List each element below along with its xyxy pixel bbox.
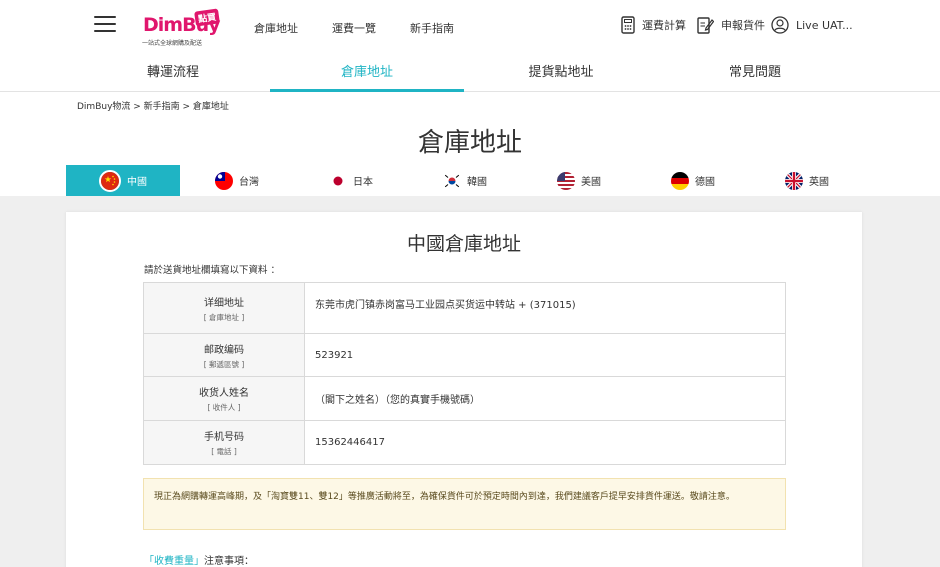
nav-shipping-rates[interactable]: 運費一覽 xyxy=(332,20,376,36)
label-main: 手机号码 xyxy=(204,432,244,443)
label-main: 收货人姓名 xyxy=(199,388,249,399)
germany-flag-icon xyxy=(671,171,689,190)
label-main: 详细地址 xyxy=(204,297,244,309)
label-sub: [ 收件人 ] xyxy=(207,403,241,412)
calculator-icon xyxy=(621,16,635,34)
declare-goods-label: 申報貨件 xyxy=(721,19,765,32)
country-tabs: 中國 台灣 日本 韓國 美國 德國 英國 xyxy=(66,165,862,196)
peak-season-notice: 現正為網購轉運高峰期，及「淘寶雙11、雙12」等推廣活動將至，為確保貨件可於預定… xyxy=(143,478,786,530)
usa-flag-icon xyxy=(557,171,575,190)
breadcrumb[interactable]: DimBuy物流 > 新手指南 > 倉庫地址 xyxy=(77,99,229,112)
address-table: 详细地址 [ 倉庫地址 ] 东莞市虎门镇赤岗富马工业园点买货运中转站 + (37… xyxy=(143,282,786,465)
country-label: 中國 xyxy=(127,177,147,188)
nav-warehouse-address[interactable]: 倉庫地址 xyxy=(254,20,298,36)
tab-warehouse-address[interactable]: 倉庫地址 xyxy=(270,56,464,92)
shipping-calc-label: 運費計算 xyxy=(642,19,686,32)
country-tab-china[interactable]: 中國 xyxy=(66,165,180,196)
label-main: 邮政编码 xyxy=(204,344,244,356)
card-intro: 請於送貨地址欄填寫以下資料 ： xyxy=(144,265,281,276)
country-label: 台灣 xyxy=(239,177,259,188)
top-header: DimBuy 點買 一站式全球網購及配送 倉庫地址 運費一覽 新手指南 運費計算 xyxy=(0,0,940,56)
fee-weight-heading: 「收費重量」注意事項： xyxy=(144,552,254,567)
tab-faq[interactable]: 常見問題 xyxy=(658,56,852,92)
page-title: 倉庫地址 xyxy=(417,128,522,158)
recipient-value[interactable]: （閣下之姓名）（您的真實手機號碼） xyxy=(305,377,785,420)
row-label: 详细地址 [ 倉庫地址 ] xyxy=(144,283,305,333)
row-label: 手机号码 [ 電話 ] xyxy=(144,421,305,464)
country-tab-japan[interactable]: 日本 xyxy=(294,165,408,196)
label-sub: [ 電話 ] xyxy=(211,447,237,456)
table-row: 邮政编码 [ 郵遞區號 ] 523921 xyxy=(144,334,785,377)
postal-code-value[interactable]: 523921 xyxy=(305,334,785,376)
tab-pickup-address[interactable]: 提貨點地址 xyxy=(464,56,658,92)
sub-nav: 轉運流程 倉庫地址 提貨點地址 常見問題 xyxy=(0,56,940,92)
shipping-calc-link[interactable]: 運費計算 xyxy=(621,16,686,34)
table-row: 手机号码 [ 電話 ] 15362446417 xyxy=(144,421,785,464)
edit-document-icon xyxy=(697,17,714,34)
phone-value[interactable]: 15362446417 xyxy=(305,421,785,464)
user-name: Live UAT... xyxy=(796,18,853,32)
row-label: 邮政编码 [ 郵遞區號 ] xyxy=(144,334,305,376)
japan-flag-icon xyxy=(329,171,347,190)
address-value[interactable]: 东莞市虎门镇赤岗富马工业园点买货运中转站 + (371015) xyxy=(305,283,785,333)
country-label: 日本 xyxy=(353,177,373,188)
fee-heading-highlight: 「收費重量」 xyxy=(144,556,204,567)
country-label: 英國 xyxy=(809,177,829,188)
declare-goods-link[interactable]: 申報貨件 xyxy=(697,16,765,34)
country-tab-uk[interactable]: 英國 xyxy=(750,165,864,196)
fee-heading-rest: 注意事項： xyxy=(204,556,254,567)
card-title: 中國倉庫地址 xyxy=(406,233,521,255)
country-label: 德國 xyxy=(695,177,715,188)
taiwan-flag-icon xyxy=(215,171,233,190)
menu-icon[interactable] xyxy=(94,16,116,34)
table-row: 收货人姓名 [ 收件人 ] （閣下之姓名）（您的真實手機號碼） xyxy=(144,377,785,421)
uk-flag-icon xyxy=(785,171,803,190)
country-tab-korea[interactable]: 韓國 xyxy=(408,165,522,196)
warehouse-address-card: 中國倉庫地址 請於送貨地址欄填寫以下資料 ： 详细地址 [ 倉庫地址 ] 东莞市… xyxy=(66,212,862,567)
country-label: 美國 xyxy=(581,177,601,188)
label-sub: [ 倉庫地址 ] xyxy=(203,312,245,322)
country-tab-taiwan[interactable]: 台灣 xyxy=(180,165,294,196)
country-tab-germany[interactable]: 德國 xyxy=(636,165,750,196)
country-label: 韓國 xyxy=(467,177,487,188)
country-tab-usa[interactable]: 美國 xyxy=(522,165,636,196)
table-row: 详细地址 [ 倉庫地址 ] 东莞市虎门镇赤岗富马工业园点买货运中转站 + (37… xyxy=(144,283,785,334)
logo[interactable]: DimBuy 點買 一站式全球網購及配送 xyxy=(140,8,220,47)
korea-flag-icon xyxy=(443,171,461,190)
china-flag-icon xyxy=(99,169,121,192)
user-icon xyxy=(771,16,789,34)
row-label: 收货人姓名 [ 收件人 ] xyxy=(144,377,305,420)
user-account-link[interactable]: Live UAT... xyxy=(771,16,853,34)
label-sub: [ 郵遞區號 ] xyxy=(203,359,245,369)
nav-beginner-guide[interactable]: 新手指南 xyxy=(410,20,454,36)
tab-shipping-process[interactable]: 轉運流程 xyxy=(76,56,270,92)
logo-tagline: 一站式全球網購及配送 xyxy=(142,40,203,47)
